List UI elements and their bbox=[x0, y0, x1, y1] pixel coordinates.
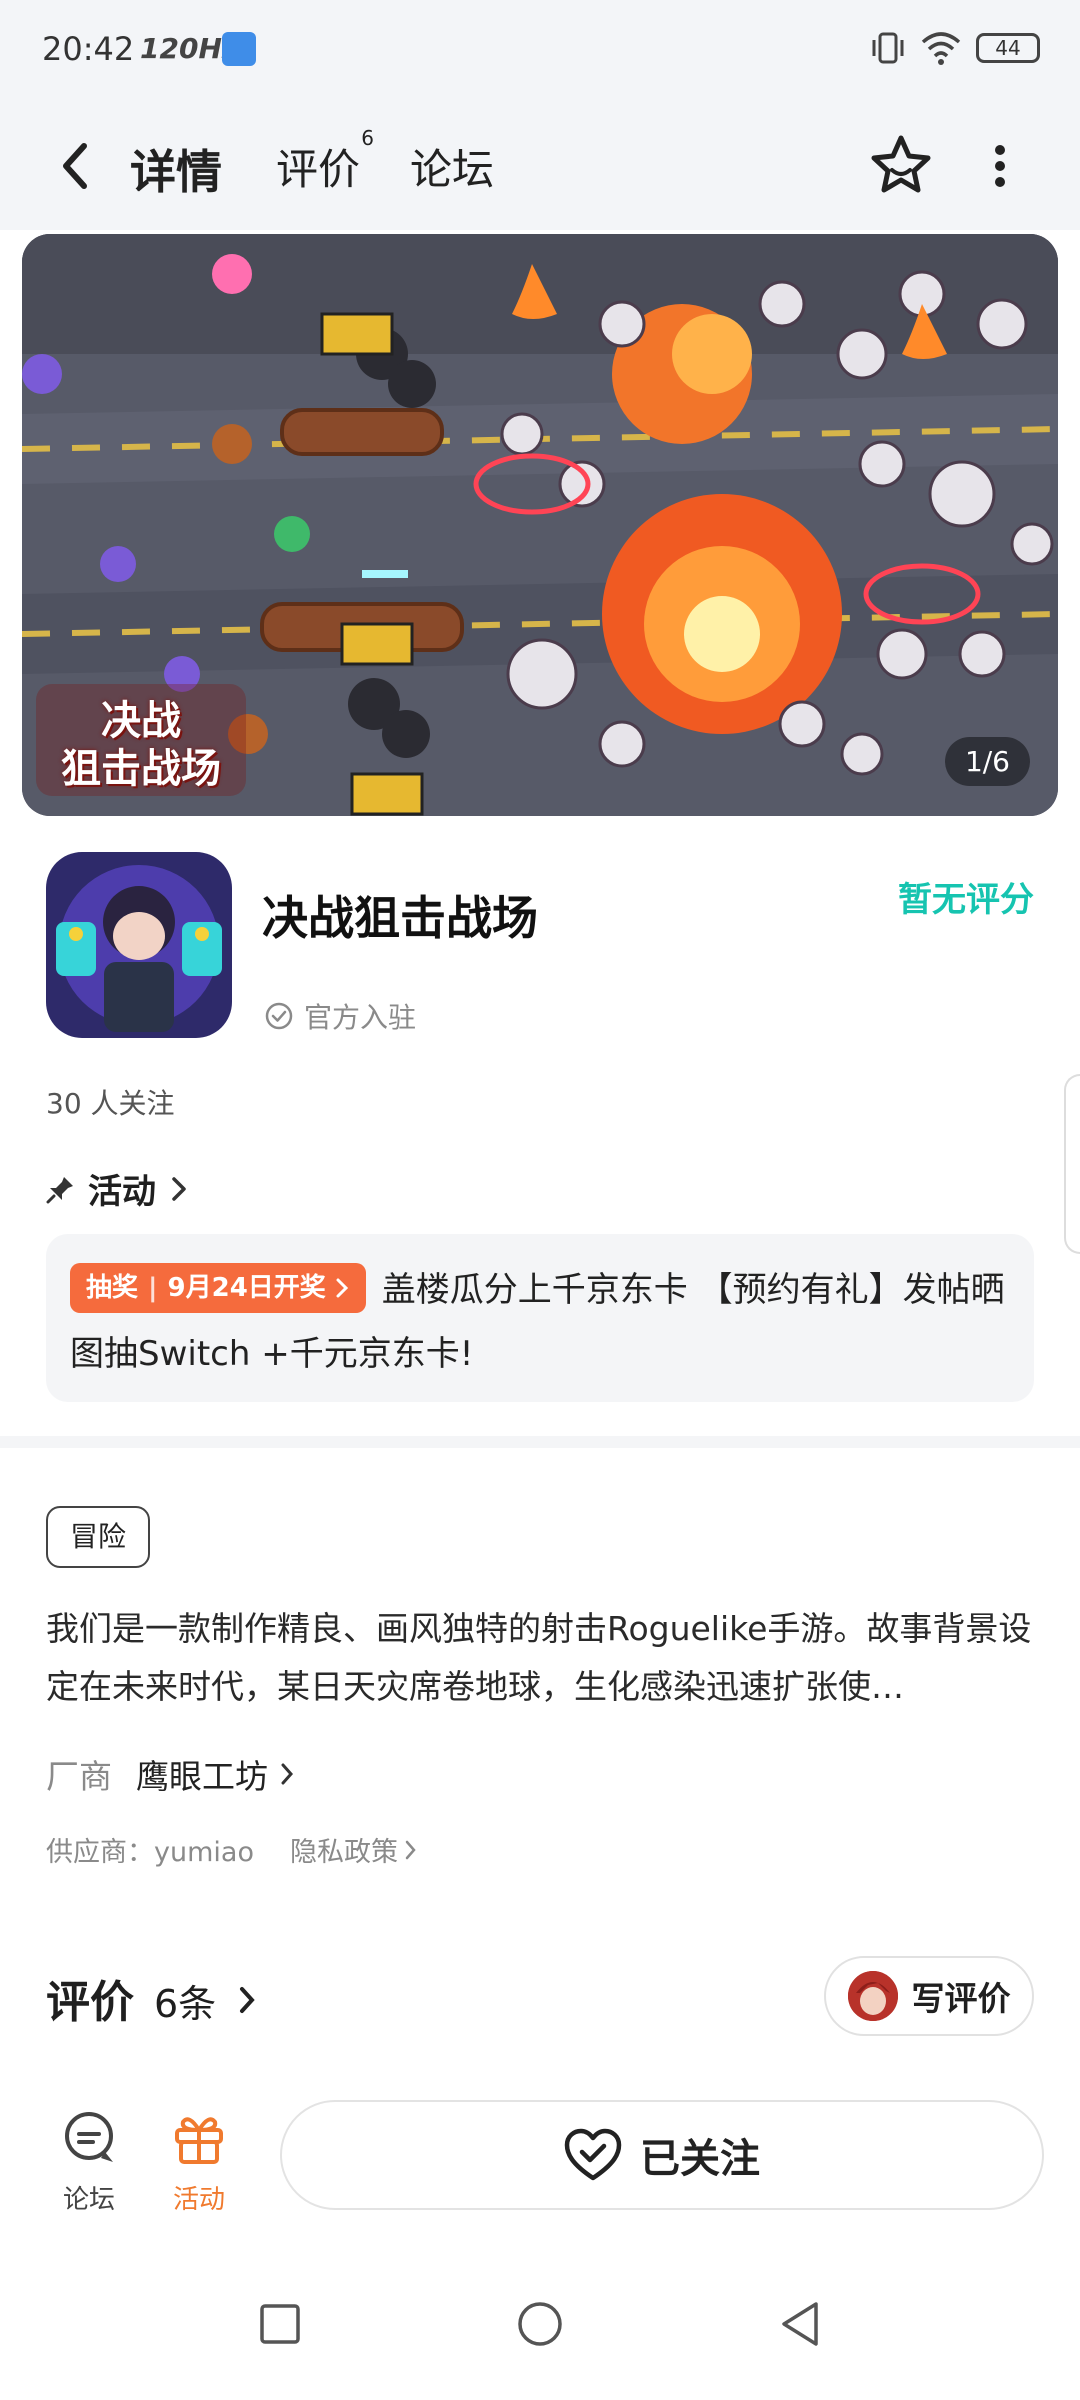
tab-review[interactable]: 评价 6 bbox=[276, 126, 374, 197]
official-badge: 官方入驻 bbox=[264, 996, 416, 1036]
forum-label: 论坛 bbox=[62, 2185, 115, 2215]
user-avatar bbox=[847, 1971, 898, 2021]
tab-detail[interactable]: 详情 bbox=[126, 136, 226, 202]
lottery-date: 9月24日开奖 bbox=[167, 1272, 326, 1303]
battery-level: 44 bbox=[995, 36, 1021, 60]
wifi-icon bbox=[921, 32, 961, 65]
activity-label: 活动 bbox=[172, 2185, 225, 2215]
reviews-header[interactable]: 评价 6条 bbox=[46, 1966, 258, 2030]
recent-apps-icon[interactable] bbox=[240, 2284, 320, 2364]
game-description[interactable]: 我们是一款制作精良、画风独特的射击Roguelike手游。故事背景设定在未来时代… bbox=[46, 1600, 1034, 1716]
pin-icon bbox=[46, 1176, 73, 1203]
privacy-policy-link[interactable]: 隐私政策 bbox=[290, 1830, 418, 1869]
lottery-label: 抽奖 bbox=[86, 1272, 139, 1303]
activity-heading: 活动 bbox=[88, 1172, 156, 1212]
chevron-right-icon bbox=[240, 1987, 255, 2013]
activity-header[interactable]: 活动 bbox=[46, 1164, 190, 1213]
gift-icon bbox=[175, 2117, 223, 2164]
app-rating: 暂无评分 bbox=[898, 880, 1034, 920]
home-icon[interactable] bbox=[500, 2284, 580, 2364]
tab-label: 详情 bbox=[130, 145, 222, 199]
check-circle-icon bbox=[265, 1002, 293, 1030]
notification-app-icon bbox=[222, 32, 256, 66]
privacy-label: 隐私政策 bbox=[289, 1837, 398, 1868]
screenshot-carousel[interactable]: 决战 狙击战场 1/6 bbox=[22, 234, 1058, 816]
chevron-right-icon bbox=[336, 1278, 348, 1297]
reviews-count: 6条 bbox=[154, 1982, 217, 2026]
vendor-label: 厂商 bbox=[46, 1757, 112, 1796]
back-arrow-icon[interactable] bbox=[50, 136, 100, 196]
genre-tag[interactable]: 冒险 bbox=[46, 1506, 151, 1568]
chevron-right-icon bbox=[172, 1176, 186, 1201]
forum-shortcut[interactable]: 论坛 bbox=[44, 2108, 134, 2216]
vibrate-icon bbox=[872, 32, 904, 64]
supplier-text: 供应商：yumiao bbox=[46, 1837, 254, 1868]
section-divider bbox=[0, 1436, 1080, 1448]
activity-card[interactable]: 抽奖 | 9月24日开奖 盖楼瓜分上千京东卡 【预约有礼】发帖晒图抽Switch… bbox=[46, 1234, 1034, 1402]
vendor-row[interactable]: 厂商 鹰眼工坊 bbox=[46, 1750, 296, 1798]
side-drawer-handle[interactable] bbox=[1064, 1074, 1080, 1254]
back-triangle-icon[interactable] bbox=[760, 2284, 840, 2364]
supplier-row: 供应商：yumiao 隐私政策 bbox=[46, 1830, 418, 1869]
app-name: 决战狙击战场 bbox=[262, 891, 538, 945]
more-options-icon[interactable] bbox=[980, 136, 1020, 196]
follow-label: 已关注 bbox=[640, 2136, 760, 2182]
tab-forum[interactable]: 论坛 bbox=[410, 136, 494, 197]
activity-shortcut[interactable]: 活动 bbox=[154, 2108, 244, 2216]
battery-icon: 44 bbox=[976, 33, 1040, 63]
forum-chat-icon bbox=[65, 2112, 113, 2162]
write-review-button[interactable]: 写评价 bbox=[824, 1956, 1034, 2036]
chevron-right-icon bbox=[405, 1840, 416, 1859]
status-bar: 20:42 120Hz 44 bbox=[0, 0, 1080, 100]
carousel-counter: 1/6 bbox=[944, 737, 1030, 786]
write-review-label: 写评价 bbox=[911, 1979, 1011, 2018]
vendor-name: 鹰眼工坊 bbox=[136, 1757, 268, 1796]
system-nav-bar bbox=[0, 2248, 1080, 2400]
reviews-title: 评价 bbox=[46, 1977, 134, 2028]
tab-label: 论坛 bbox=[410, 145, 495, 194]
tag-separator: | bbox=[148, 1272, 158, 1303]
game-logo-text: 狙击战场 bbox=[61, 746, 221, 792]
status-icons: 44 bbox=[870, 30, 1040, 66]
tab-label: 评价 bbox=[276, 145, 361, 194]
status-time: 20:42 bbox=[42, 30, 135, 68]
bottom-action-bar: 论坛 活动 已关注 bbox=[0, 2078, 1080, 2248]
chevron-right-icon bbox=[281, 1763, 294, 1785]
lottery-tag: 抽奖 | 9月24日开奖 bbox=[70, 1262, 366, 1313]
official-label: 官方入驻 bbox=[304, 1001, 417, 1034]
follow-button[interactable]: 已关注 bbox=[280, 2100, 1044, 2210]
game-logo: 决战 狙击战场 bbox=[36, 684, 246, 796]
follower-count: 30 人关注 bbox=[46, 1087, 175, 1120]
heart-check-icon bbox=[564, 2128, 622, 2181]
review-count-badge: 6 bbox=[361, 126, 375, 150]
favorite-star-icon[interactable] bbox=[868, 132, 934, 198]
top-nav: 详情 评价 6 论坛 bbox=[0, 100, 1080, 230]
app-icon bbox=[46, 852, 232, 1038]
